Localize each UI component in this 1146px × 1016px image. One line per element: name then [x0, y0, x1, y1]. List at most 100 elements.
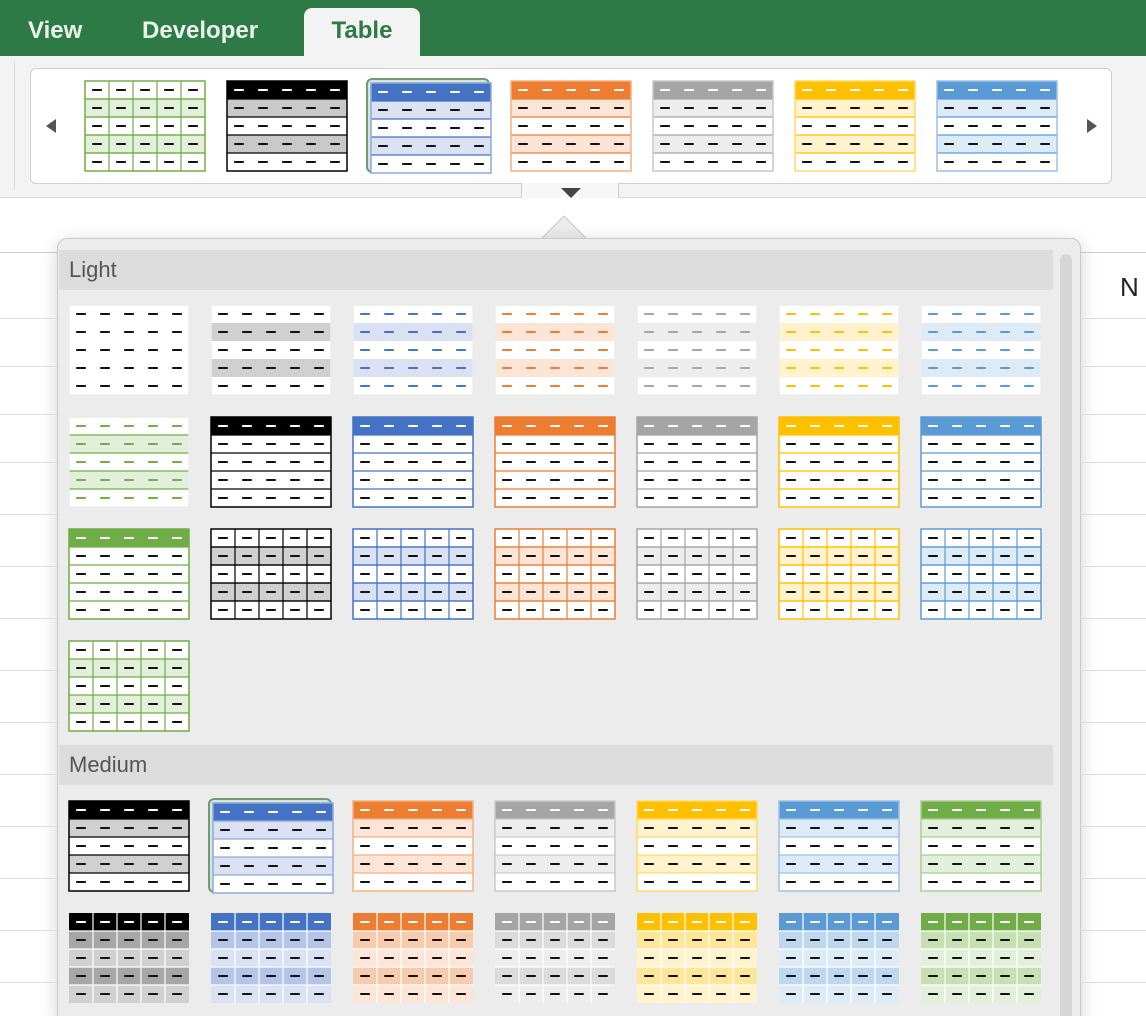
- table-style-preview: [778, 304, 900, 396]
- table-style-preview: [920, 416, 1042, 508]
- table-style-thumbnail[interactable]: [650, 78, 774, 173]
- table-style-thumbnail[interactable]: [508, 78, 632, 173]
- table-style-preview: [69, 913, 189, 1003]
- table-style-thumbnail[interactable]: [776, 302, 900, 397]
- table-style-thumbnail[interactable]: [492, 798, 616, 893]
- table-style-preview: [210, 528, 332, 620]
- table-style-thumbnail[interactable]: [350, 910, 474, 1005]
- table-style-thumbnail[interactable]: [208, 414, 332, 509]
- sheet-row-line: [1080, 514, 1146, 515]
- chevron-left-icon[interactable]: [46, 119, 56, 133]
- table-style-preview: [68, 416, 190, 508]
- sheet-row-line: [0, 566, 60, 567]
- sheet-row-line: [0, 366, 60, 367]
- table-style-thumbnail[interactable]: [918, 414, 1042, 509]
- sheet-row-line: [0, 774, 60, 775]
- sheet-row-line: [0, 982, 60, 983]
- table-style-thumbnail[interactable]: [776, 526, 900, 621]
- table-style-thumbnail[interactable]: [492, 526, 616, 621]
- table-style-preview: [920, 304, 1042, 396]
- sheet-row-line: [1080, 930, 1146, 931]
- table-style-preview: [68, 528, 190, 620]
- sheet-row-line: [1080, 318, 1146, 319]
- table-style-thumbnail[interactable]: [792, 78, 916, 173]
- table-style-preview: [652, 80, 774, 172]
- chevron-right-icon[interactable]: [1087, 119, 1097, 133]
- table-style-thumbnail[interactable]: [208, 910, 332, 1005]
- sheet-row-line: [1080, 414, 1146, 415]
- table-style-thumbnail[interactable]: [224, 78, 348, 173]
- table-style-preview: [510, 80, 632, 172]
- tab-table[interactable]: Table: [304, 8, 420, 56]
- table-style-thumbnail[interactable]: [492, 414, 616, 509]
- table-style-thumbnail[interactable]: [350, 798, 474, 893]
- table-style-thumbnail[interactable]: [66, 414, 190, 509]
- table-style-thumbnail[interactable]: [492, 302, 616, 397]
- table-style-thumbnail[interactable]: [634, 302, 758, 397]
- sheet-row-line: [1080, 462, 1146, 463]
- sheet-row-line: [1080, 878, 1146, 879]
- table-style-preview: [352, 528, 474, 620]
- sheet-row-line: [1080, 670, 1146, 671]
- tab-view[interactable]: View: [28, 0, 82, 56]
- table-style-preview: [68, 304, 190, 396]
- sheet-row-line: [1080, 366, 1146, 367]
- table-style-thumbnail[interactable]: [208, 798, 334, 894]
- table-style-thumbnail[interactable]: [350, 302, 474, 397]
- tab-developer[interactable]: Developer: [142, 0, 258, 56]
- table-style-thumbnail[interactable]: [776, 910, 900, 1005]
- table-style-thumbnail[interactable]: [918, 526, 1042, 621]
- table-style-thumbnail[interactable]: [918, 910, 1042, 1005]
- sheet-row-line: [1080, 826, 1146, 827]
- table-style-preview: [778, 528, 900, 620]
- table-style-thumbnail[interactable]: [208, 526, 332, 621]
- table-style-preview: [920, 528, 1042, 620]
- table-style-preview: [352, 800, 474, 892]
- table-style-thumbnail[interactable]: [350, 526, 474, 621]
- table-style-preview: [636, 304, 758, 396]
- table-style-preview: [353, 913, 473, 1003]
- table-style-thumbnail[interactable]: [634, 910, 758, 1005]
- table-style-thumbnail[interactable]: [66, 526, 190, 621]
- table-style-preview: [494, 800, 616, 892]
- dropdown-scrollbar[interactable]: [1060, 254, 1072, 1016]
- sheet-row-line: [0, 618, 60, 619]
- table-style-preview: [636, 800, 758, 892]
- table-style-preview: [210, 416, 332, 508]
- table-style-preview: [352, 304, 474, 396]
- sheet-row-line: [0, 318, 60, 319]
- table-style-thumbnail[interactable]: [492, 910, 616, 1005]
- table-style-preview: [370, 82, 492, 174]
- table-style-preview: [211, 913, 331, 1003]
- table-style-preview: [84, 80, 206, 172]
- table-style-thumbnail[interactable]: [918, 798, 1042, 893]
- table-style-thumbnail[interactable]: [934, 78, 1058, 173]
- table-style-thumbnail[interactable]: [66, 302, 190, 397]
- table-style-thumbnail[interactable]: [776, 414, 900, 509]
- table-style-thumbnail[interactable]: [918, 302, 1042, 397]
- sheet-row-line: [0, 878, 60, 879]
- table-style-preview: [494, 304, 616, 396]
- table-style-preview: [68, 640, 190, 732]
- table-style-thumbnail[interactable]: [82, 78, 206, 173]
- table-style-preview: [921, 913, 1041, 1003]
- table-style-thumbnail[interactable]: [634, 414, 758, 509]
- table-style-preview: [778, 800, 900, 892]
- table-style-thumbnail[interactable]: [66, 638, 190, 733]
- table-style-preview: [226, 80, 348, 172]
- table-style-thumbnail[interactable]: [366, 78, 492, 174]
- table-style-thumbnail[interactable]: [66, 798, 190, 893]
- table-style-preview: [495, 913, 615, 1003]
- table-style-thumbnail[interactable]: [208, 302, 332, 397]
- ribbon-separator: [14, 62, 15, 190]
- section-header-light: Light: [59, 250, 1053, 290]
- sheet-row-line: [0, 722, 60, 723]
- table-style-thumbnail[interactable]: [634, 798, 758, 893]
- table-style-thumbnail[interactable]: [634, 526, 758, 621]
- sheet-row-line: [0, 826, 60, 827]
- table-style-thumbnail[interactable]: [350, 414, 474, 509]
- column-header-n[interactable]: N: [1120, 272, 1139, 303]
- table-style-thumbnail[interactable]: [776, 798, 900, 893]
- table-style-preview: [210, 304, 332, 396]
- table-style-thumbnail[interactable]: [66, 910, 190, 1005]
